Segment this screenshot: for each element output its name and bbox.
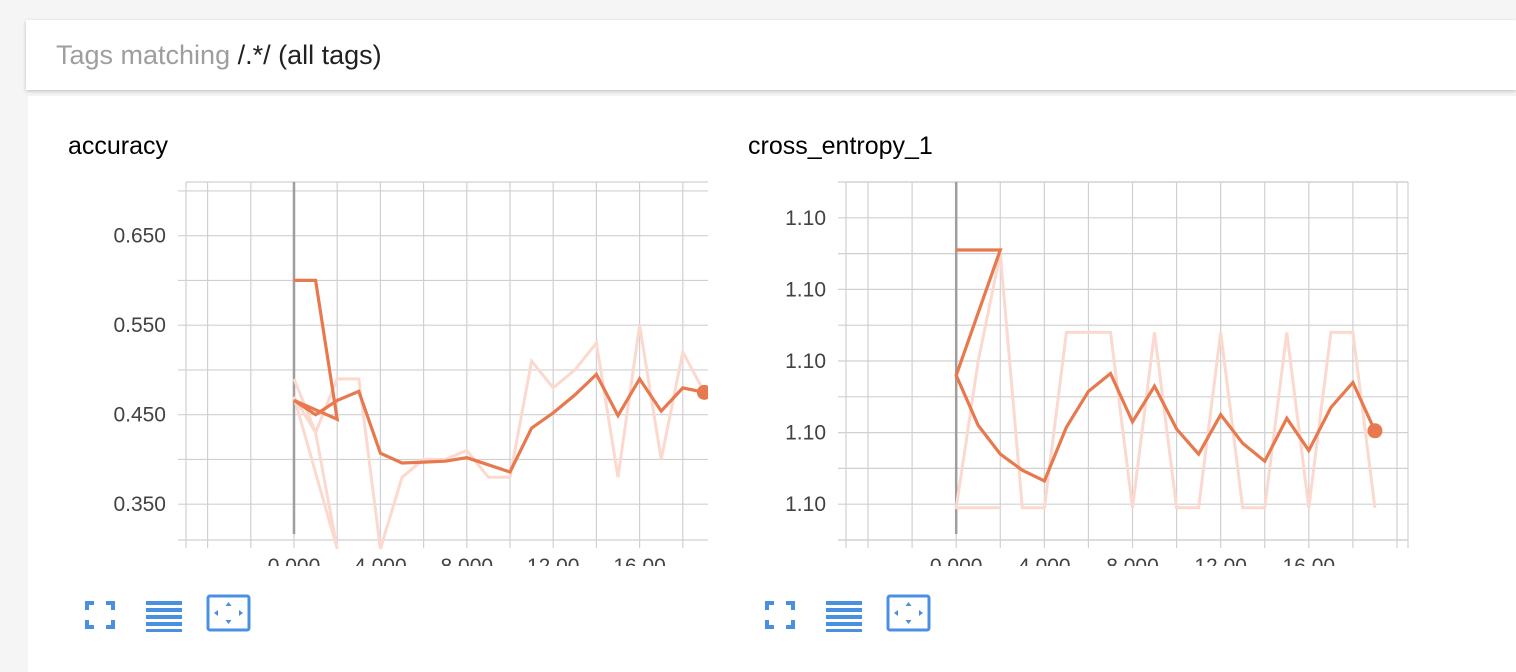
fit-domain-button[interactable] [206,594,251,632]
fullscreen-button[interactable] [758,596,802,634]
fit-domain-icon [206,594,251,632]
tags-filter-suffix: (all tags) [270,40,382,70]
x-tick-label: 0.000 [268,555,321,566]
fit-domain-button[interactable] [886,594,931,632]
list-lines-icon [826,601,862,632]
fullscreen-button[interactable] [78,596,122,634]
cross-entropy-chart[interactable]: 1.10 1.10 1.10 1.10 1.10 0.000 4.000 8.000 12.00… [708,96,1428,566]
x-tick-label: 4.000 [354,555,407,566]
series-line-smoothed [293,278,705,474]
grid [838,181,1409,548]
y-tick-label: 1.10 [785,493,826,516]
series-line-smoothed [954,248,1377,484]
tags-filter-pattern: /.*/ [237,40,271,70]
chart-card-accuracy: accuracy 0.3500.4500.5500.6500.0004.0008… [28,96,708,672]
fullscreen-icon [85,601,115,629]
toggle-log-scale-button[interactable] [822,596,866,634]
fullscreen-icon [765,601,795,629]
toggle-log-scale-button[interactable] [142,596,186,634]
x-tick-label: 16.00 [613,555,666,566]
x-tick-label: 8.000 [1106,555,1159,566]
y-tick-label: 0.550 [113,314,166,337]
y-tick-label: 0.350 [113,493,166,516]
x-tick-label: 0.000 [930,555,983,566]
tags-filter-text[interactable]: Tags matching /.*/ (all tags) [56,38,382,72]
x-tick-label: 16.00 [1283,555,1336,566]
list-lines-icon [146,601,182,632]
x-tick-label: 8.000 [441,555,494,566]
x-tick-label: 12.00 [527,555,580,566]
y-tick-label: 1.10 [785,422,826,445]
x-tick-label: 12.00 [1194,555,1247,566]
tags-filter-prefix: Tags matching [56,40,238,70]
y-tick-label: 1.10 [785,350,826,373]
tags-filter-bar: Tags matching /.*/ (all tags) [26,20,1516,90]
fit-domain-icon [886,594,931,632]
series-line-raw [292,324,706,550]
y-tick-label: 0.650 [113,225,166,248]
chart-card-cross-entropy: cross_entropy_1 1.101.101.101.101.100.00… [708,96,1516,672]
accuracy-chart[interactable]: 0.350 0.450 0.550 0.650 0.000 4.000 8.000 12.00… [28,96,708,566]
y-tick-label: 1.10 [785,278,826,301]
last-point-marker [1367,423,1383,439]
y-tick-label: 0.450 [113,404,166,427]
y-tick-label: 1.10 [785,207,826,230]
last-point-marker [696,384,708,400]
grid [178,181,708,548]
tensorboard-scalars-view: Tags matching /.*/ (all tags) accuracy 0… [0,0,1516,672]
x-tick-label: 4.000 [1018,555,1071,566]
